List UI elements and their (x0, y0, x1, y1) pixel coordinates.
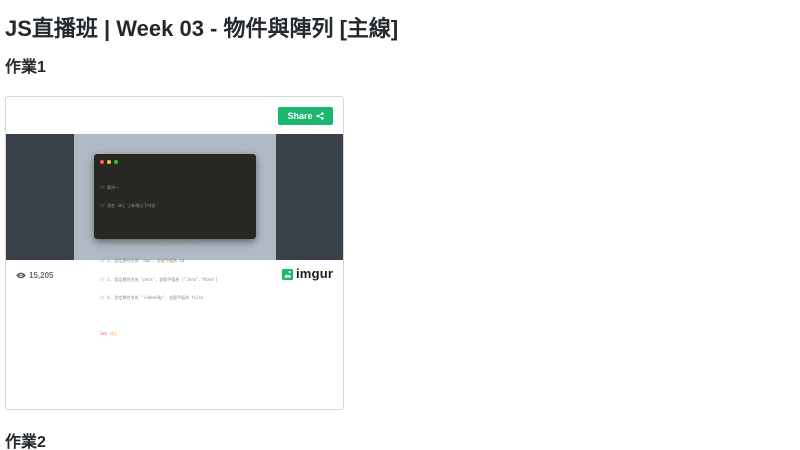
imgur-logo-icon (282, 268, 293, 280)
close-dot-icon (100, 160, 104, 164)
section-heading-homework-1: 作業1 (5, 59, 46, 76)
code-assignment: = {} (116, 331, 129, 337)
share-button[interactable]: Share (278, 107, 333, 125)
embed-footer: 15,205 imgur (6, 260, 343, 290)
maximize-dot-icon (114, 160, 118, 164)
image-canvas: // 範例一 // 請在 obj 上新增以下內容 // 1. 設定屬性名為 "m… (74, 134, 276, 336)
window-controls (100, 160, 118, 164)
code-line: // 4. 設定屬性名為 "isWeekDp"，並賦予值為 false (100, 294, 204, 300)
imgur-wordmark: imgur (296, 266, 334, 281)
code-keyword: let (100, 331, 108, 337)
section-heading-homework-2: 作業2 (5, 434, 46, 450)
view-count: 15,205 (29, 271, 54, 280)
imgur-embed: Share // 範例一 // 請在 obj 上新增以下內容 // 1. 設定屬… (5, 96, 344, 410)
code-line: // 範例一 (100, 185, 120, 191)
eye-icon (16, 272, 26, 279)
code-line: // 請在 obj 上新增以下內容 (100, 203, 156, 209)
imgur-brand-link[interactable]: imgur (282, 267, 333, 281)
view-counter: 15,205 (16, 271, 53, 280)
code-variable: obj (109, 331, 117, 337)
code-line: // 1. 設定屬性名為 "myName"，並賦予值為 "Tom" (100, 240, 199, 246)
minimize-dot-icon (107, 160, 111, 164)
share-button-label: Share (287, 111, 313, 121)
page: JS直播班 | Week 03 - 物件與陣列 [主線] 作業1 Share /… (0, 0, 800, 450)
code-snippet-window: // 範例一 // 請在 obj 上新增以下內容 // 1. 設定屬性名為 "m… (94, 154, 256, 336)
page-title: JS直播班 | Week 03 - 物件與陣列 [主線] (5, 16, 399, 41)
code-line-declaration: let obj = {} (100, 331, 218, 337)
embedded-image[interactable]: // 範例一 // 請在 obj 上新增以下內容 // 1. 設定屬性名為 "m… (6, 134, 343, 336)
share-icon (315, 112, 324, 120)
